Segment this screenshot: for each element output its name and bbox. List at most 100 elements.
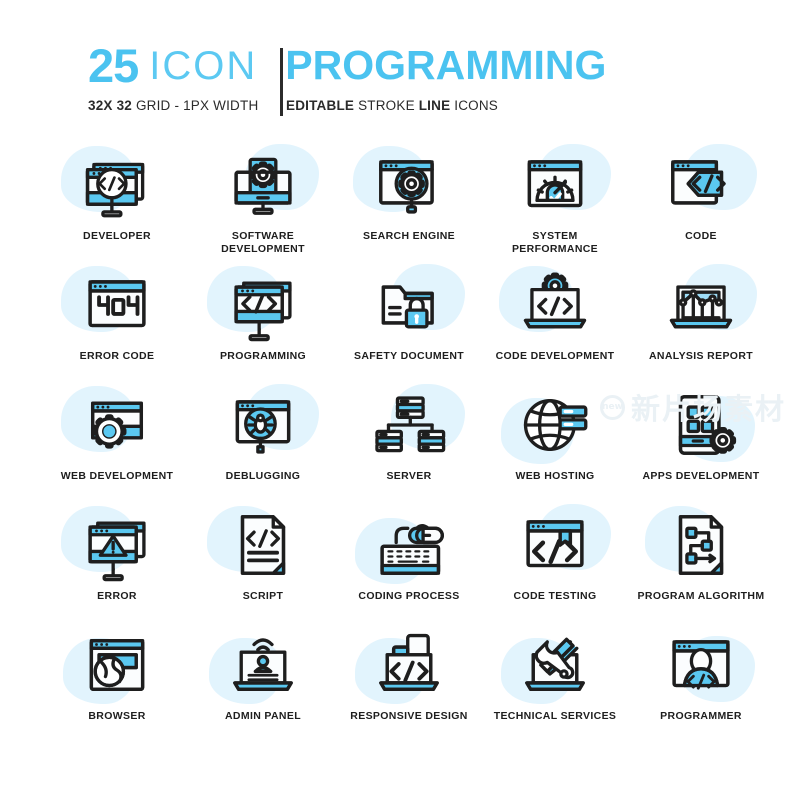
icon-art-developer [61,142,169,228]
browser-person-code-icon [649,622,753,708]
icon-label-admin-panel: ADMIN PANEL [190,710,336,723]
icon-cell-developer[interactable]: DEVELOPER [44,142,190,262]
icon-cell-coding-process[interactable]: CODING PROCESS [336,502,482,622]
header-divider [280,48,283,116]
browser-bookmark-code-icon [503,502,607,588]
folder-padlock-icon [357,262,461,348]
icon-art-code [649,142,757,228]
page-title: PROGRAMMING [285,42,607,89]
icon-cell-programming[interactable]: PROGRAMMING [190,262,336,382]
icon-cell-code-development[interactable]: CODE DEVELOPMENT [482,262,628,382]
icon-art-server [357,382,465,468]
document-flowchart-icon [649,502,753,588]
icon-count: 25 [88,39,139,92]
icon-label-line: PROGRAMMER [660,710,742,722]
icon-cell-script[interactable]: SCRIPT [190,502,336,622]
icon-cell-search-engine[interactable]: SEARCH ENGINE [336,142,482,262]
browser-magnifier-bug-icon [211,382,315,468]
icon-cell-programmer[interactable]: PROGRAMMER [628,622,774,742]
grid-spec-rest: GRID - 1PX WIDTH [135,98,259,114]
icon-art-search-engine [353,142,461,228]
icon-cell-system-performance[interactable]: SYSTEM PERFORMANCE [482,142,628,262]
icon-cell-error-code[interactable]: ERROR CODE [44,262,190,382]
icon-label-deblugging: DEBLUGGING [190,470,336,483]
icon-label-server: SERVER [336,470,482,483]
icon-art-technical-services [501,622,607,708]
icon-art-coding-process [355,502,461,588]
stroke-spec-bold: EDITABLE [286,98,355,114]
icon-label-error-code: ERROR CODE [44,350,190,363]
icon-cell-apps-development[interactable]: APPS DEVELOPMENT [628,382,774,502]
stroke-spec-bold2: LINE [418,98,451,114]
stroke-spec-rest: STROKE [358,98,415,114]
icon-art-safety-document [357,262,465,348]
icon-art-error-code [61,262,169,348]
icon-label-line: ERROR [97,590,137,602]
icon-art-deblugging [211,382,319,468]
smartphone-grid-gear-icon [649,382,753,468]
icon-art-code-development [499,262,607,348]
icon-cell-web-hosting[interactable]: WEB HOSTING [482,382,628,502]
icon-label-line: DEVELOPMENT [221,242,305,255]
icon-grid: DEVELOPER SOFTWARE DEVELOPMENT SEARCH ENG… [44,142,764,742]
grid-spec: 32X 32 GRID - 1PX WIDTH [88,98,258,113]
monitor-gear-page-icon [211,142,315,228]
laptop-gear-code-icon [503,262,607,348]
icon-label-code-development: CODE DEVELOPMENT [482,350,628,363]
icon-label-programming: PROGRAMMING [190,350,336,363]
icon-label-technical-services: TECHNICAL SERVICES [482,710,628,723]
icon-label-line: PERFORMANCE [511,242,599,255]
icon-label-coding-process: CODING PROCESS [336,590,482,603]
icon-cell-error[interactable]: ERROR [44,502,190,622]
icon-cell-web-development[interactable]: WEB DEVELOPMENT [44,382,190,502]
icon-label-search-engine: SEARCH ENGINE [336,230,482,243]
browser-404-icon [65,262,169,348]
stroke-spec-rest2: ICONS [454,98,499,114]
icon-cell-browser[interactable]: BROWSER [44,622,190,742]
icon-label-line: SCRIPT [242,590,284,602]
icon-cell-program-algorithm[interactable]: PROGRAM ALGORITHM [628,502,774,622]
icon-art-code-testing [503,502,611,588]
icon-label-line: SAFETY DOCUMENT [353,350,465,362]
icon-label-safety-document: SAFETY DOCUMENT [336,350,482,363]
icon-cell-software-development[interactable]: SOFTWARE DEVELOPMENT [190,142,336,262]
icon-label-code-testing: CODE TESTING [482,590,628,603]
laptop-tablet-phone-code-icon [357,622,461,708]
icon-cell-safety-document[interactable]: SAFETY DOCUMENT [336,262,482,382]
icon-label-line: ANALYSIS REPORT [648,350,754,362]
icon-label-line: CODE DEVELOPMENT [495,350,615,362]
icon-art-system-performance [503,142,611,228]
icon-cell-code-testing[interactable]: CODE TESTING [482,502,628,622]
icon-label-line: WEB DEVELOPMENT [60,470,174,482]
icon-cell-analysis-report[interactable]: ANALYSIS REPORT [628,262,774,382]
icon-label-line: BROWSER [88,710,146,722]
icon-label-line: DEBLUGGING [225,470,301,482]
keyboard-mouse-icon [357,502,461,588]
icon-label-line: DEVELOPER [83,230,151,242]
laptop-user-wifi-icon [211,622,315,708]
icon-cell-server[interactable]: SERVER [336,382,482,502]
icon-label-line: PROGRAMMING [219,350,307,362]
icon-label-line: CODE [685,230,717,242]
icon-art-analysis-report [649,262,757,348]
icon-art-browser [63,622,169,708]
icon-label-programmer: PROGRAMMER [628,710,774,723]
icon-label-script: SCRIPT [190,590,336,603]
monitor-magnifier-code-icon [65,142,169,228]
icon-cell-responsive-design[interactable]: RESPONSIVE DESIGN [336,622,482,742]
icon-label-program-algorithm: PROGRAM ALGORITHM [628,590,774,603]
icon-label-line: SEARCH ENGINE [362,230,456,242]
icon-art-script [207,502,315,588]
laptop-wrench-screwdriver-icon [503,622,607,708]
stroke-spec: EDITABLE STROKE LINE ICONS [286,98,498,113]
icon-cell-technical-services[interactable]: TECHNICAL SERVICES [482,622,628,742]
icon-cell-deblugging[interactable]: DEBLUGGING [190,382,336,502]
icon-art-programming [207,262,315,348]
icon-label-line: ERROR CODE [79,350,155,362]
icon-cell-admin-panel[interactable]: ADMIN PANEL [190,622,336,742]
server-tree-icon [357,382,461,468]
browser-globe-icon [65,622,169,708]
icon-label-analysis-report: ANALYSIS REPORT [628,350,774,363]
header-subtitle-row: 32X 32 GRID - 1PX WIDTH EDITABLE STROKE … [88,98,606,113]
icon-cell-code[interactable]: CODE [628,142,774,262]
